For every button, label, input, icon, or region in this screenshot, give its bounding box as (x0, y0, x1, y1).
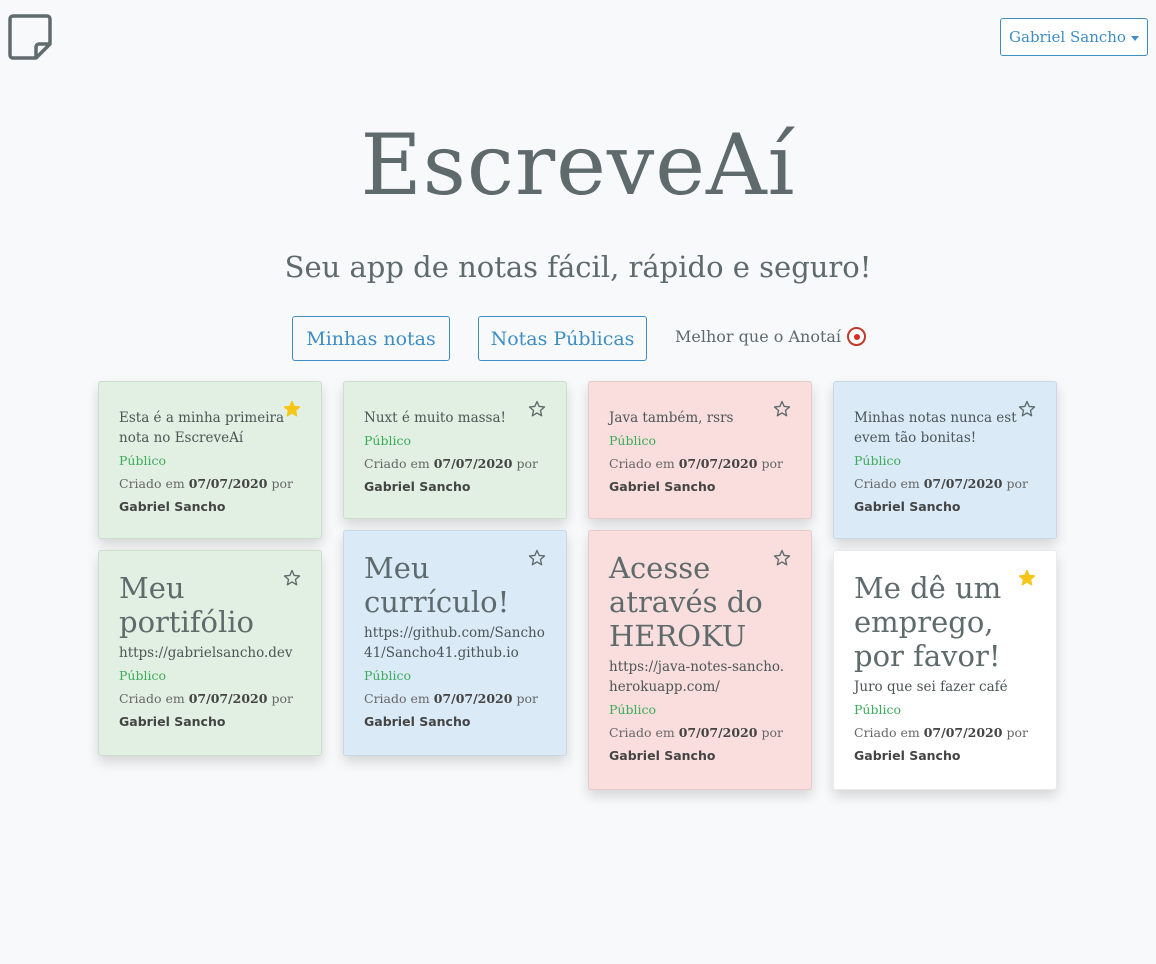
note-text: https://github.com/Sancho41/Sancho41.git… (364, 625, 545, 661)
created-prefix: Criado em (364, 456, 430, 471)
author-name: Gabriel Sancho (854, 499, 961, 514)
author-name: Gabriel Sancho (119, 714, 226, 729)
created-date: 07/07/2020 (433, 456, 513, 471)
created-date: 07/07/2020 (188, 691, 268, 706)
visibility-label: Público (609, 702, 656, 717)
note-card[interactable]: Esta é a minha primeira nota no EscreveA… (98, 381, 322, 539)
note-card[interactable]: Minhas notas nunca estevem tão bonitas! P… (833, 381, 1057, 539)
sticky-note-icon[interactable] (8, 14, 52, 60)
created-prefix: Criado em (119, 691, 185, 706)
note-title: Meu currículo! (364, 551, 510, 619)
author-name: Gabriel Sancho (854, 748, 961, 763)
created-info: Criado em 07/07/2020 por (364, 454, 546, 474)
created-by: por (271, 476, 293, 491)
created-date: 07/07/2020 (678, 456, 758, 471)
author-name: Gabriel Sancho (364, 479, 471, 494)
visibility-label: Público (609, 433, 656, 448)
note-title: Me dê um emprego, por favor! (854, 571, 1002, 673)
created-info: Criado em 07/07/2020 por (119, 474, 301, 494)
created-by: por (516, 691, 538, 706)
note-text: Minhas notas nunca estevem tão bonitas! (854, 410, 1017, 446)
caret-down-icon (1130, 35, 1139, 41)
star-filled-icon[interactable] (1018, 569, 1036, 587)
note-text: https://java-notes-sancho.herokuapp.com/ (609, 659, 785, 695)
created-prefix: Criado em (854, 476, 920, 491)
created-info: Criado em 07/07/2020 por (119, 689, 301, 709)
public-notes-button[interactable]: Notas Públicas (478, 316, 647, 361)
created-by: por (1006, 476, 1028, 491)
created-by: por (1006, 725, 1028, 740)
visibility-label: Público (854, 702, 901, 717)
created-by: por (516, 456, 538, 471)
created-info: Criado em 07/07/2020 por (609, 454, 791, 474)
star-outline-icon[interactable] (773, 549, 791, 567)
created-by: por (271, 691, 293, 706)
created-by: por (761, 456, 783, 471)
note-text: https://gabrielsancho.dev (119, 645, 293, 661)
note-text: Java também, rsrs (609, 410, 734, 426)
star-outline-icon[interactable] (773, 400, 791, 418)
note-card[interactable]: Acesse através do HEROKU https://java-not… (588, 530, 812, 790)
note-title: Meu portifólio (119, 571, 255, 639)
created-info: Criado em 07/07/2020 por (609, 723, 791, 743)
note-text: Esta é a minha primeira nota no EscreveA… (119, 410, 285, 446)
visibility-label: Público (364, 433, 411, 448)
author-name: Gabriel Sancho (364, 714, 471, 729)
note-text: Juro que sei fazer café (854, 679, 1008, 695)
star-filled-icon[interactable] (283, 400, 301, 418)
created-prefix: Criado em (609, 456, 675, 471)
created-prefix: Criado em (854, 725, 920, 740)
note-title: Acesse através do HEROKU (609, 551, 763, 653)
note-card[interactable]: Nuxt é muito massa! Público Criado em 07/0… (343, 381, 567, 519)
tagline: Melhor que o Anotaí (675, 327, 867, 346)
created-date: 07/07/2020 (923, 476, 1003, 491)
note-card[interactable]: Java também, rsrs Público Criado em 07/07/… (588, 381, 812, 519)
visibility-label: Público (854, 453, 901, 468)
star-outline-icon[interactable] (528, 400, 546, 418)
created-date: 07/07/2020 (923, 725, 1003, 740)
author-name: Gabriel Sancho (609, 479, 716, 494)
created-prefix: Criado em (609, 725, 675, 740)
created-by: por (761, 725, 783, 740)
clown-face-icon (847, 327, 867, 346)
created-info: Criado em 07/07/2020 por (364, 689, 546, 709)
user-menu-label: Gabriel Sancho (1009, 28, 1126, 46)
note-card[interactable]: Meu currículo! https://github.com/Sancho4… (343, 530, 567, 756)
created-date: 07/07/2020 (433, 691, 513, 706)
note-text: Nuxt é muito massa! (364, 410, 506, 426)
app-subtitle: Seu app de notas fácil, rápido e seguro! (284, 250, 872, 284)
author-name: Gabriel Sancho (119, 499, 226, 514)
created-info: Criado em 07/07/2020 por (854, 723, 1036, 743)
visibility-label: Público (364, 668, 411, 683)
created-prefix: Criado em (364, 691, 430, 706)
author-name: Gabriel Sancho (609, 748, 716, 763)
app-title: EscreveAí (360, 116, 796, 214)
user-menu-button[interactable]: Gabriel Sancho (1000, 18, 1148, 56)
visibility-label: Público (119, 668, 166, 683)
created-info: Criado em 07/07/2020 por (854, 474, 1036, 494)
star-outline-icon[interactable] (528, 549, 546, 567)
note-card[interactable]: Me dê um emprego, por favor! Juro que sei… (833, 550, 1057, 790)
created-prefix: Criado em (119, 476, 185, 491)
tagline-text: Melhor que o Anotaí (675, 327, 842, 346)
note-card[interactable]: Meu portifólio https://gabrielsancho.dev P… (98, 550, 322, 756)
star-outline-icon[interactable] (1018, 400, 1036, 418)
created-date: 07/07/2020 (188, 476, 268, 491)
visibility-label: Público (119, 453, 166, 468)
created-date: 07/07/2020 (678, 725, 758, 740)
my-notes-button[interactable]: Minhas notas (292, 316, 450, 361)
star-outline-icon[interactable] (283, 569, 301, 587)
